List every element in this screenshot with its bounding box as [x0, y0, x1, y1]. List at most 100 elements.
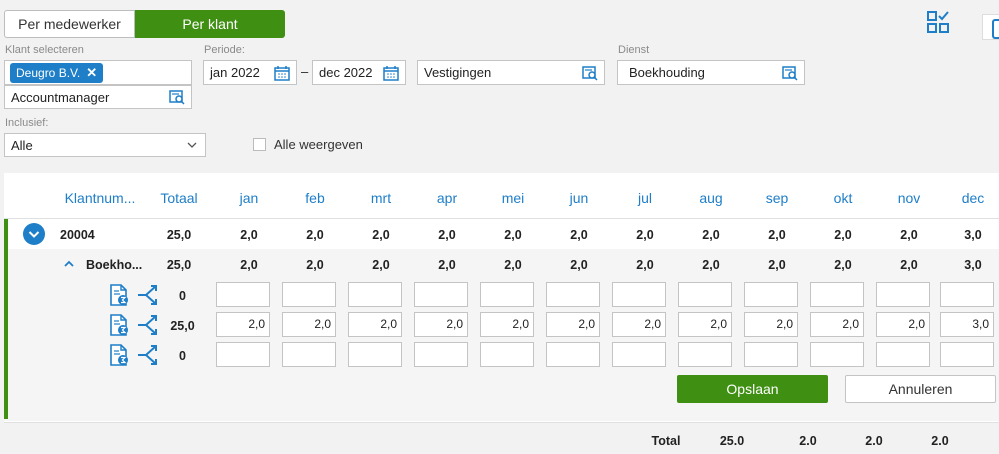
col-header-apr[interactable]: apr — [420, 190, 474, 206]
accountmanager-text: Accountmanager — [11, 89, 110, 105]
hours-input[interactable]: 3,0 — [940, 312, 994, 337]
hours-input[interactable] — [216, 342, 270, 367]
locations-text: Vestigingen — [424, 65, 492, 80]
collapse-row-button[interactable] — [23, 223, 45, 245]
col-header-nov[interactable]: nov — [882, 190, 936, 206]
client-month-value: 2,0 — [702, 228, 720, 242]
hours-input[interactable]: 2,0 — [876, 312, 930, 337]
hours-input[interactable] — [876, 342, 930, 367]
hours-input[interactable] — [480, 282, 534, 307]
hours-input[interactable]: 2,0 — [810, 312, 864, 337]
hours-input[interactable] — [546, 282, 600, 307]
lookup-icon[interactable] — [169, 89, 185, 105]
hours-input[interactable]: 2,0 — [678, 312, 732, 337]
service-month-value: 2,0 — [570, 258, 588, 272]
col-header-total[interactable]: Totaal — [153, 190, 205, 206]
split-icon[interactable] — [136, 283, 160, 310]
col-header-dec[interactable]: dec — [946, 190, 999, 206]
hours-input[interactable] — [546, 342, 600, 367]
client-month-value: 2,0 — [900, 228, 918, 242]
col-header-jan[interactable]: jan — [222, 190, 276, 206]
locations-field[interactable]: Vestigingen — [417, 60, 605, 85]
period-from-field[interactable]: jan 2022 — [203, 60, 297, 85]
hours-input[interactable]: 2,0 — [414, 312, 468, 337]
hours-input[interactable] — [810, 282, 864, 307]
col-header-mrt[interactable]: mrt — [354, 190, 408, 206]
split-icon[interactable] — [136, 313, 160, 340]
split-icon[interactable] — [136, 343, 160, 370]
hours-input[interactable] — [810, 342, 864, 367]
per-client-tab[interactable]: Per klant — [135, 10, 285, 38]
chevron-down-icon — [28, 231, 40, 238]
service-month-value: 2,0 — [900, 258, 918, 272]
hours-input[interactable]: 2,0 — [282, 312, 336, 337]
col-header-aug[interactable]: aug — [684, 190, 738, 206]
col-header-mei[interactable]: mei — [486, 190, 540, 206]
service-month-value: 2,0 — [636, 258, 654, 272]
hours-input[interactable] — [414, 342, 468, 367]
calendar-icon[interactable] — [274, 65, 290, 81]
remove-chip-icon[interactable]: ✕ — [86, 65, 97, 81]
lookup-icon[interactable] — [782, 65, 798, 81]
hours-input[interactable] — [414, 282, 468, 307]
document-sum-icon[interactable] — [107, 283, 131, 310]
period-label: Periode: — [204, 44, 245, 56]
inclusive-select[interactable]: Alle — [4, 133, 206, 157]
footer-total-label: Total — [651, 434, 681, 448]
period-to-field[interactable]: dec 2022 — [312, 60, 406, 85]
hours-input[interactable] — [480, 342, 534, 367]
service-text: Boekhouding — [629, 65, 705, 80]
service-field[interactable]: Boekhouding — [617, 60, 805, 85]
client-month-value: 2,0 — [306, 228, 324, 242]
col-header-sep[interactable]: sep — [750, 190, 804, 206]
col-header-okt[interactable]: okt — [816, 190, 870, 206]
accountmanager-field[interactable]: Accountmanager — [4, 85, 192, 109]
lookup-icon[interactable] — [582, 65, 598, 81]
hours-input[interactable]: 2,0 — [216, 312, 270, 337]
hours-input[interactable] — [940, 282, 994, 307]
hours-input[interactable] — [744, 342, 798, 367]
service-month-value: 2,0 — [438, 258, 456, 272]
show-all-label: Alle weergeven — [274, 137, 363, 152]
save-button[interactable]: Opslaan — [677, 375, 828, 403]
hours-input[interactable] — [282, 282, 336, 307]
hours-input[interactable] — [612, 282, 666, 307]
hours-input[interactable] — [744, 282, 798, 307]
calendar-icon[interactable] — [383, 65, 399, 81]
period-from-text: jan 2022 — [210, 65, 260, 80]
document-sum-icon[interactable] — [107, 343, 131, 370]
col-header-feb[interactable]: feb — [288, 190, 342, 206]
hours-input[interactable] — [876, 282, 930, 307]
hours-input[interactable]: 2,0 — [744, 312, 798, 337]
hours-input[interactable] — [612, 342, 666, 367]
hours-input[interactable] — [940, 342, 994, 367]
input-row-total: 0 — [179, 349, 186, 363]
client-select-field[interactable]: Deugro B.V. ✕ — [4, 60, 192, 85]
hours-input[interactable] — [348, 342, 402, 367]
input-row-total: 25,0 — [170, 319, 195, 333]
hours-input[interactable]: 2,0 — [480, 312, 534, 337]
client-month-value: 2,0 — [636, 228, 654, 242]
hours-input[interactable]: 2,0 — [348, 312, 402, 337]
hours-input[interactable] — [282, 342, 336, 367]
hours-input[interactable] — [678, 342, 732, 367]
cancel-button[interactable]: Annuleren — [845, 375, 996, 403]
side-panel-tab[interactable] — [982, 14, 999, 40]
hours-input[interactable]: 2,0 — [612, 312, 666, 337]
client-month-value: 2,0 — [570, 228, 588, 242]
col-header-jun[interactable]: jun — [552, 190, 606, 206]
col-header-jul[interactable]: jul — [618, 190, 672, 206]
col-header-client-number[interactable]: Klantnum... — [60, 190, 140, 206]
chevron-up-icon[interactable] — [62, 258, 76, 270]
hours-input[interactable] — [216, 282, 270, 307]
document-sum-icon[interactable] — [107, 313, 131, 340]
service-name: Boekho... — [86, 258, 143, 272]
grid-check-icon[interactable] — [926, 10, 950, 34]
hours-input[interactable] — [348, 282, 402, 307]
hours-input[interactable]: 2,0 — [546, 312, 600, 337]
footer-divider — [4, 422, 999, 423]
per-employee-tab[interactable]: Per medewerker — [4, 10, 135, 38]
hours-input[interactable] — [678, 282, 732, 307]
show-all-checkbox[interactable] — [253, 138, 266, 151]
service-total: 25,0 — [166, 258, 192, 272]
